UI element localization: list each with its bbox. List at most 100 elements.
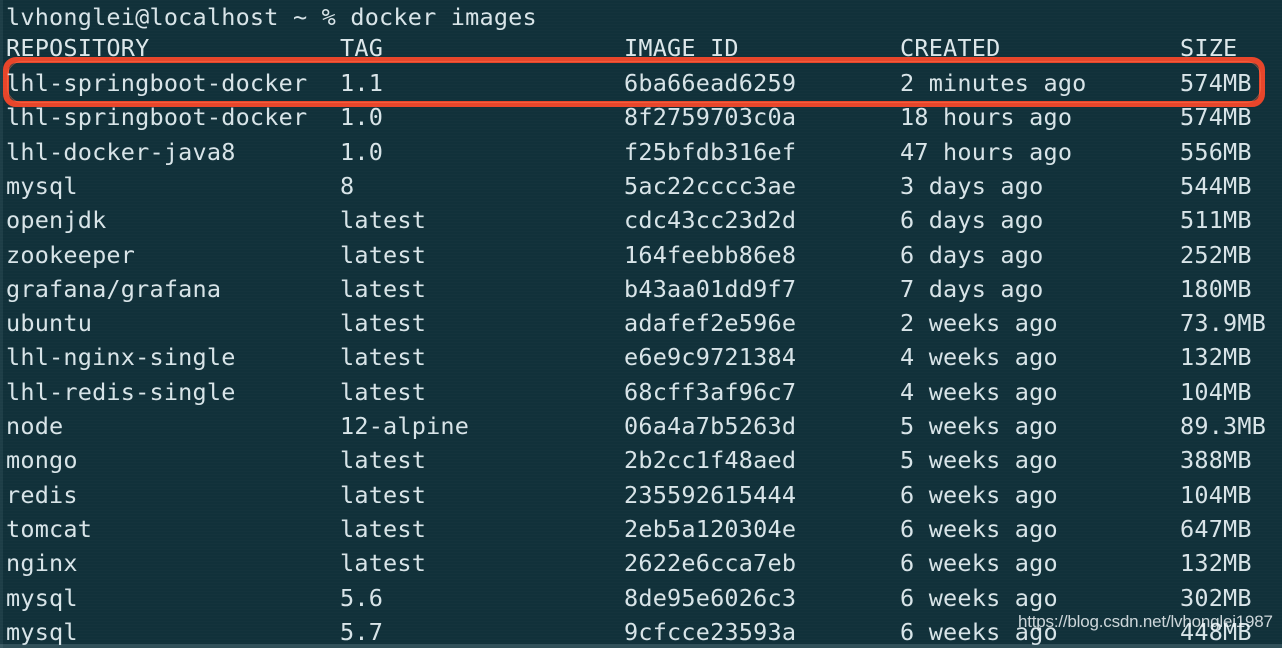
cell-size: 180MB [1180, 274, 1252, 303]
cell-size: 132MB [1180, 549, 1252, 578]
cell-repository: grafana/grafana [6, 274, 222, 303]
cell-tag: 1.0 [340, 137, 384, 166]
table-row: node 12-alpine 06a4a7b5263d 5 weeks ago 89.3… [0, 409, 1282, 443]
cell-repository: zookeeper [6, 240, 136, 269]
cell-size: 104MB [1180, 480, 1252, 509]
cell-image-id: 6ba66ead6259 [624, 69, 797, 97]
cell-size: 104MB [1180, 377, 1252, 406]
cell-repository: mysql [6, 171, 78, 200]
csdn-watermark: https://blog.csdn.net/lvhonglei1987 [1018, 612, 1273, 631]
cell-repository: lhl-nginx-single [6, 343, 236, 372]
cell-image-id: cdc43cc23d2d [624, 206, 797, 235]
table-row: openjdk latest cdc43cc23d2d 6 days ago 511MB [0, 203, 1282, 237]
table-row-highlighted: lhl-springboot-docker 1.1 6ba66ead6259 2 mi… [0, 66, 1282, 100]
cell-tag: latest [340, 377, 427, 406]
cell-tag: latest [340, 206, 427, 235]
cell-created: 6 weeks ago [900, 583, 1058, 612]
table-row: mongo latest 2b2cc1f48aed 5 weeks ago 388MB [0, 443, 1282, 477]
cell-image-id: e6e9c9721384 [624, 343, 797, 372]
column-header-image-id: IMAGE ID [624, 34, 739, 62]
table-row: mysql 5.6 8de95e6026c3 6 weeks ago 302MB [0, 581, 1282, 615]
cell-created: 6 weeks ago [900, 480, 1058, 509]
cell-created: 5 weeks ago [900, 412, 1058, 440]
column-header-created: CREATED [900, 34, 1001, 62]
cell-tag: latest [340, 343, 427, 372]
column-header-repository: REPOSITORY [6, 34, 150, 62]
cell-tag: 12-alpine [340, 412, 470, 440]
cell-repository: nginx [6, 549, 78, 578]
cell-created: 2 minutes ago [900, 69, 1087, 97]
cell-repository: mysql [6, 583, 78, 612]
cell-size: 544MB [1180, 171, 1252, 200]
table-row: mysql 8 5ac22cccc3ae 3 days ago 544MB [0, 169, 1282, 203]
cell-tag: 1.1 [340, 69, 384, 97]
table-row: tomcat latest 2eb5a120304e 6 weeks ago 647MB [0, 512, 1282, 546]
cell-size: 132MB [1180, 343, 1252, 372]
table-row: lhl-nginx-single latest e6e9c9721384 4 week… [0, 340, 1282, 374]
cell-size: 73.9MB [1180, 309, 1267, 338]
cell-size: 556MB [1180, 137, 1252, 166]
cell-image-id: 06a4a7b5263d [624, 412, 797, 440]
terminal-window: lvhonglei@localhost ~ % docker images RE… [0, 0, 1282, 648]
table-header-row: REPOSITORY TAG IMAGE ID CREATED SIZE [0, 31, 1282, 65]
table-row: nginx latest 2622e6cca7eb 6 weeks ago 132MB [0, 546, 1282, 580]
cell-tag: latest [340, 480, 427, 509]
cell-image-id: 68cff3af96c7 [624, 377, 797, 406]
cell-tag: latest [340, 240, 427, 269]
cell-tag: latest [340, 514, 427, 543]
cell-repository: lhl-redis-single [6, 377, 236, 406]
table-row: lhl-springboot-docker 1.0 8f2759703c0a 18 h… [0, 100, 1282, 134]
cell-repository: tomcat [6, 514, 93, 543]
cell-size: 252MB [1180, 240, 1252, 269]
cell-image-id: 2eb5a120304e [624, 514, 797, 543]
cell-size: 388MB [1180, 446, 1252, 475]
cell-created: 5 weeks ago [900, 446, 1058, 475]
cell-image-id: 2622e6cca7eb [624, 549, 797, 578]
terminal-bottom-edge [0, 644, 1282, 648]
cell-repository: openjdk [6, 206, 107, 235]
cell-tag: latest [340, 309, 427, 338]
cell-created: 6 weeks ago [900, 514, 1058, 543]
cell-tag: latest [340, 274, 427, 303]
cell-repository: lhl-springboot-docker [6, 69, 308, 97]
shell-prompt-line: lvhonglei@localhost ~ % docker images [6, 3, 537, 31]
cell-created: 18 hours ago [900, 103, 1073, 132]
cell-tag: 5.6 [340, 583, 384, 612]
cell-size: 511MB [1180, 206, 1252, 235]
cell-image-id: adafef2e596e [624, 309, 797, 338]
cell-created: 4 weeks ago [900, 377, 1058, 406]
table-row: zookeeper latest 164feebb86e8 6 days ago 252… [0, 238, 1282, 272]
table-row: lhl-docker-java8 1.0 f25bfdb316ef 47 hours … [0, 135, 1282, 169]
cell-tag: latest [340, 446, 427, 475]
cell-created: 3 days ago [900, 171, 1044, 200]
column-header-tag: TAG [340, 34, 384, 62]
cell-image-id: 2b2cc1f48aed [624, 446, 797, 475]
cell-repository: lhl-docker-java8 [6, 137, 236, 166]
cell-repository: node [6, 412, 64, 440]
cell-size: 647MB [1180, 514, 1252, 543]
cell-created: 7 days ago [900, 274, 1044, 303]
cell-created: 6 days ago [900, 206, 1044, 235]
cell-repository: redis [6, 480, 78, 509]
cell-tag: 8 [340, 171, 355, 200]
column-header-size: SIZE [1180, 34, 1238, 62]
cell-created: 6 days ago [900, 240, 1044, 269]
cell-image-id: 8de95e6026c3 [624, 583, 797, 612]
cell-size: 574MB [1180, 69, 1252, 97]
cell-image-id: 5ac22cccc3ae [624, 171, 797, 200]
cell-image-id: 164feebb86e8 [624, 240, 797, 269]
cell-image-id: 8f2759703c0a [624, 103, 797, 132]
cell-repository: ubuntu [6, 309, 93, 338]
cell-size: 574MB [1180, 103, 1252, 132]
cell-created: 6 weeks ago [900, 549, 1058, 578]
cell-repository: mongo [6, 446, 78, 475]
cell-image-id: 235592615444 [624, 480, 797, 509]
cell-tag: 1.0 [340, 103, 384, 132]
cell-created: 47 hours ago [900, 137, 1073, 166]
table-row: redis latest 235592615444 6 weeks ago 104MB [0, 478, 1282, 512]
cell-size: 302MB [1180, 583, 1252, 612]
table-row: grafana/grafana latest b43aa01dd9f7 7 days … [0, 272, 1282, 306]
cell-image-id: f25bfdb316ef [624, 137, 797, 166]
cell-repository: lhl-springboot-docker [6, 103, 308, 132]
cell-created: 4 weeks ago [900, 343, 1058, 372]
